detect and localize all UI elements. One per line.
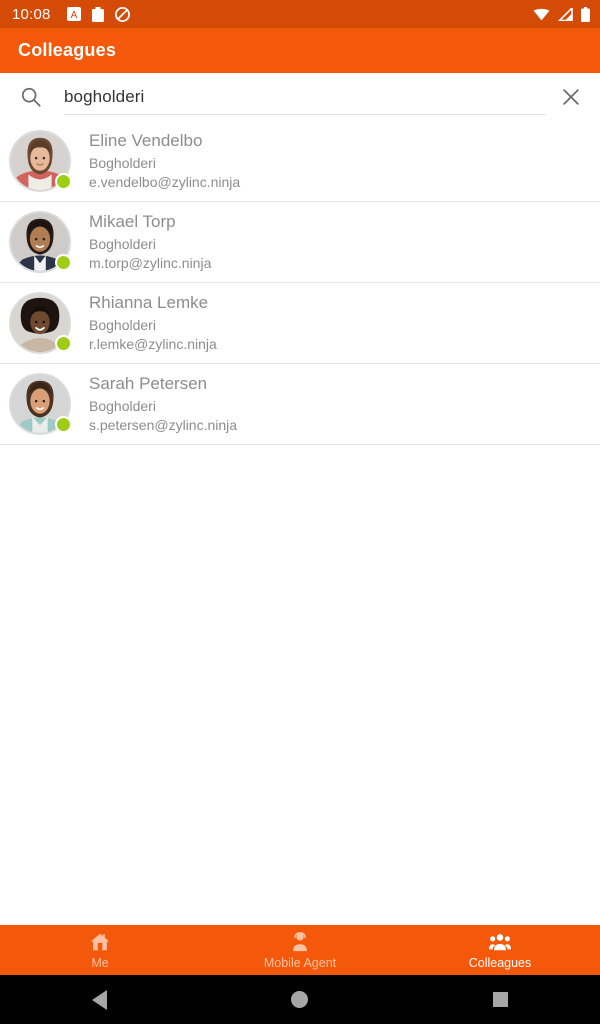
phone-screen: 10:08 A Colleagues bogholderi Eline Vend… bbox=[0, 0, 600, 1024]
close-icon[interactable] bbox=[560, 86, 582, 108]
list-item[interactable]: Eline Vendelbo Bogholderi e.vendelbo@zyl… bbox=[0, 121, 600, 202]
do-not-disturb-icon bbox=[114, 6, 130, 22]
presence-indicator bbox=[55, 254, 72, 271]
nav-tab-mobile-agent[interactable]: Mobile Agent bbox=[200, 926, 400, 975]
home-circle-icon[interactable] bbox=[291, 991, 309, 1008]
contact-name: Mikael Torp bbox=[89, 212, 176, 231]
presence-indicator bbox=[55, 416, 72, 433]
contact-name: Sarah Petersen bbox=[89, 374, 208, 393]
page-title: Colleagues bbox=[18, 40, 117, 60]
search-input-wrapper[interactable]: bogholderi bbox=[64, 73, 546, 121]
contact-email: e.vendelbo@zylinc.ninja bbox=[89, 174, 241, 190]
contact-role: Bogholderi bbox=[89, 398, 156, 414]
avatar[interactable] bbox=[9, 130, 72, 192]
status-right-icons bbox=[533, 6, 590, 22]
svg-text:A: A bbox=[70, 10, 77, 21]
contact-details: Rhianna Lemke Bogholderi r.lemke@zylinc.… bbox=[89, 292, 217, 354]
avatar[interactable] bbox=[9, 211, 72, 273]
presence-indicator bbox=[55, 173, 72, 190]
avatar[interactable] bbox=[9, 373, 72, 435]
search-input[interactable]: bogholderi bbox=[64, 87, 144, 107]
battery-icon bbox=[581, 6, 590, 22]
bottom-navigation: Me Mobile Agent Colleagues bbox=[0, 925, 600, 975]
home-icon bbox=[90, 933, 110, 951]
presence-indicator bbox=[55, 335, 72, 352]
contact-role: Bogholderi bbox=[89, 236, 156, 252]
back-triangle-icon[interactable] bbox=[92, 989, 108, 1010]
app-bar: Colleagues bbox=[0, 28, 600, 73]
person-agent-icon bbox=[293, 932, 307, 952]
nav-tab-colleagues[interactable]: Colleagues bbox=[400, 926, 600, 975]
contact-email: r.lemke@zylinc.ninja bbox=[89, 336, 217, 352]
contact-name: Eline Vendelbo bbox=[89, 131, 203, 150]
wifi-icon bbox=[533, 8, 550, 20]
recents-square-icon[interactable] bbox=[492, 992, 508, 1007]
list-item[interactable]: Mikael Torp Bogholderi m.torp@zylinc.nin… bbox=[0, 202, 600, 283]
system-navigation-bar bbox=[0, 975, 600, 1024]
status-bar: 10:08 A bbox=[0, 0, 600, 28]
contact-role: Bogholderi bbox=[89, 155, 156, 171]
contact-name: Rhianna Lemke bbox=[89, 293, 209, 312]
nav-label: Mobile Agent bbox=[263, 956, 337, 970]
cellular-signal-icon bbox=[558, 7, 573, 21]
search-bar[interactable]: bogholderi bbox=[0, 73, 600, 121]
list-item[interactable]: Sarah Petersen Bogholderi s.petersen@zyl… bbox=[0, 364, 600, 445]
contact-details: Eline Vendelbo Bogholderi e.vendelbo@zyl… bbox=[89, 130, 240, 192]
contact-role: Bogholderi bbox=[89, 317, 156, 333]
search-underline bbox=[64, 114, 546, 115]
alarm-icon: A bbox=[66, 7, 81, 21]
battery-saver-icon bbox=[91, 6, 104, 22]
search-icon[interactable] bbox=[20, 86, 42, 108]
avatar[interactable] bbox=[9, 292, 72, 354]
nav-tab-me[interactable]: Me bbox=[0, 926, 200, 975]
people-group-icon bbox=[489, 934, 511, 951]
nav-label: Colleagues bbox=[468, 956, 532, 970]
contact-email: m.torp@zylinc.ninja bbox=[89, 255, 212, 271]
nav-label: Me bbox=[91, 956, 109, 970]
contact-details: Sarah Petersen Bogholderi s.petersen@zyl… bbox=[89, 373, 237, 435]
status-time: 10:08 bbox=[12, 5, 51, 23]
contact-email: s.petersen@zylinc.ninja bbox=[89, 417, 238, 433]
status-left-icons: A bbox=[66, 6, 130, 22]
colleagues-list: Eline Vendelbo Bogholderi e.vendelbo@zyl… bbox=[0, 121, 600, 925]
contact-details: Mikael Torp Bogholderi m.torp@zylinc.nin… bbox=[89, 211, 211, 273]
list-item[interactable]: Rhianna Lemke Bogholderi r.lemke@zylinc.… bbox=[0, 283, 600, 364]
